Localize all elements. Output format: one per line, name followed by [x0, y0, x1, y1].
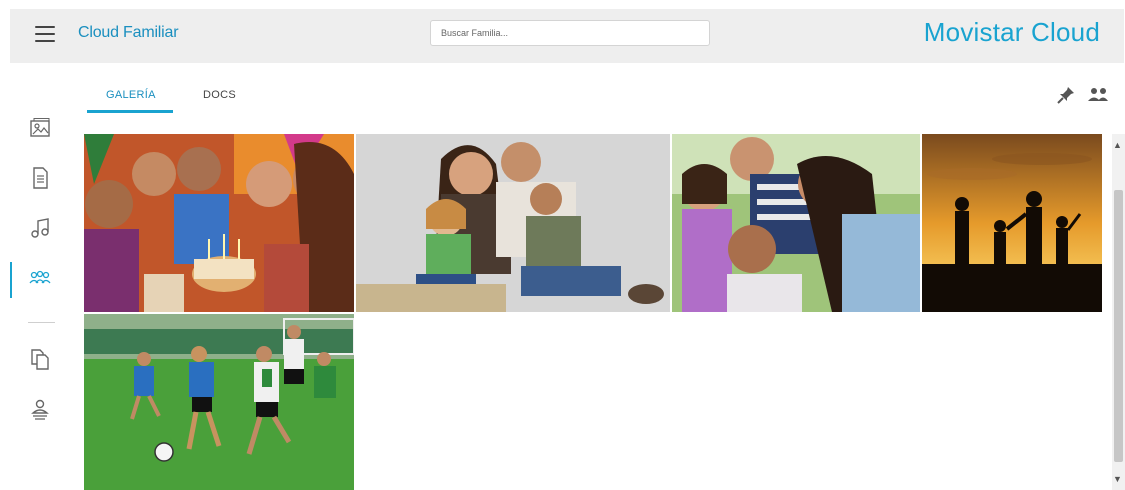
sidebar-divider [28, 322, 55, 323]
photos-icon [30, 118, 50, 137]
app-title[interactable]: Cloud Familiar [78, 24, 179, 42]
scroll-up-icon[interactable]: ▲ [1113, 140, 1122, 150]
photo-family-sunset-silhouette[interactable] [922, 134, 1102, 312]
scroll-down-icon[interactable]: ▼ [1113, 474, 1122, 484]
active-indicator [10, 262, 12, 298]
sidebar-item-documents[interactable] [28, 166, 58, 196]
sidebar-item-profile[interactable] [28, 397, 58, 427]
photo-kids-soccer[interactable] [84, 314, 354, 490]
hamburger-menu-icon[interactable] [35, 26, 55, 42]
family-icon [29, 270, 51, 284]
photo-birthday-party[interactable] [84, 134, 354, 312]
tab-docs[interactable]: DOCS [203, 89, 236, 101]
music-icon [31, 218, 49, 238]
gallery-scrollbar[interactable]: ▲ ▼ [1112, 134, 1125, 490]
top-bar: Cloud Familiar Movistar Cloud [10, 9, 1124, 63]
scroll-thumb[interactable] [1114, 190, 1123, 462]
copy-icon [31, 349, 49, 370]
photo-family-outdoors[interactable] [672, 134, 920, 312]
user-profile-icon [31, 399, 49, 420]
pin-icon[interactable] [1056, 85, 1076, 105]
photo-gallery [84, 134, 1104, 490]
brand-logo: Movistar Cloud [923, 17, 1100, 47]
sidebar-item-photos[interactable] [28, 116, 58, 146]
search-input[interactable] [430, 20, 710, 46]
sidebar-item-copy[interactable] [28, 347, 58, 377]
tab-galeria[interactable]: GALERÍA [106, 89, 156, 101]
active-tab-underline [87, 110, 173, 113]
sidebar-item-music[interactable] [28, 216, 58, 246]
users-icon[interactable] [1086, 85, 1110, 105]
document-icon [33, 167, 48, 189]
photo-family-portrait[interactable] [356, 134, 670, 312]
sidebar-item-family[interactable] [28, 266, 58, 296]
